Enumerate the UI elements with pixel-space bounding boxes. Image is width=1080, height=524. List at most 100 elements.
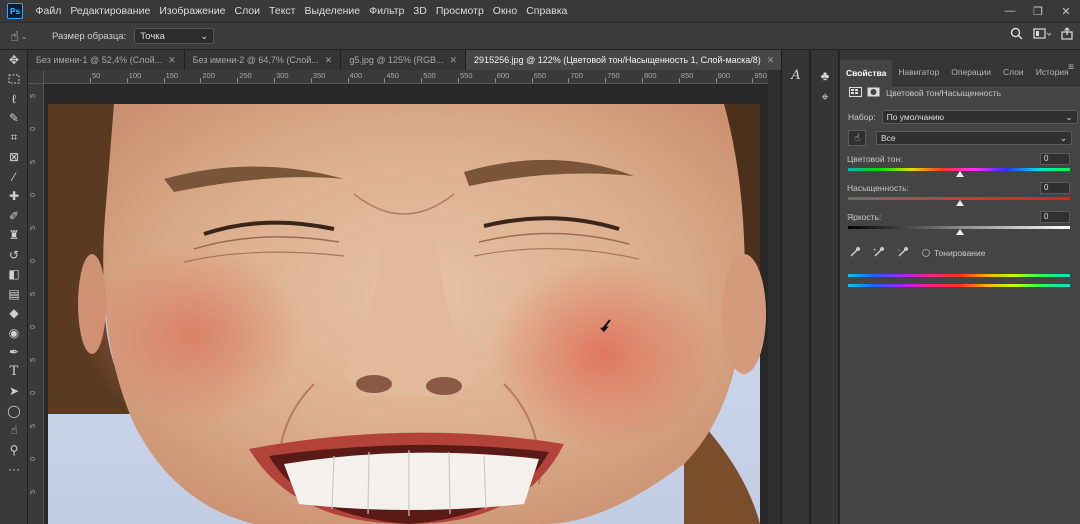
sample-size-label: Размер образца: <box>52 30 127 42</box>
restore-icon[interactable]: ❐ <box>1024 5 1052 18</box>
lasso-tool-icon[interactable]: ℓ <box>0 89 28 109</box>
tab-document-3[interactable]: g5.jpg @ 125% (RGB... ✕ <box>341 50 467 70</box>
dodge-tool-icon[interactable]: ◉ <box>0 323 28 343</box>
zoom-tool-icon[interactable]: ⚲ <box>0 440 28 460</box>
lightness-value-field[interactable]: 0 <box>1040 211 1070 223</box>
ellipse-tool-icon[interactable]: ◯ <box>0 401 28 421</box>
ruler-tick <box>163 78 165 83</box>
type-tool-icon[interactable]: T <box>0 362 28 382</box>
target-adjustment-tool-icon[interactable]: ☝ <box>848 130 866 146</box>
tab-document-active[interactable]: 2915256.jpg @ 122% (Цветовой тон/Насыщен… <box>466 50 784 70</box>
preset-row: Набор: По умолчанию ⌄ <box>840 110 1080 124</box>
sample-size-select[interactable]: Точка ⌄ <box>134 28 215 44</box>
ruler-horizontal[interactable]: 50 100 150 200 250 300 350 400 450 500 550 600 650 70… <box>44 70 768 84</box>
menu-window[interactable]: Окно <box>488 5 521 17</box>
character-panel-icon[interactable]: A <box>782 64 810 86</box>
colorize-checkbox[interactable] <box>922 249 930 257</box>
shapes-panel-icon[interactable]: ♣ <box>811 64 839 86</box>
ruler-tick-label: 950 <box>754 71 767 80</box>
tab-navigator[interactable]: Навигатор <box>892 67 945 85</box>
gradient-tool-icon[interactable]: ▤ <box>0 284 28 304</box>
document-tabs: Без имени-1 @ 52,4% (Слой... ✕ Без имени-… <box>28 50 784 70</box>
paths-panel-icon[interactable]: ⌖ <box>811 86 839 108</box>
saturation-value-field[interactable]: 0 <box>1040 182 1070 194</box>
crop-tool-icon[interactable]: ⌗ <box>0 128 28 148</box>
frame-tool-icon[interactable]: ⊠ <box>0 148 28 168</box>
move-tool-icon[interactable]: ✥ <box>0 50 28 70</box>
menu-filter[interactable]: Фильтр <box>365 5 409 17</box>
tab-document-1[interactable]: Без имени-1 @ 52,4% (Слой... ✕ <box>28 50 185 70</box>
channel-select[interactable]: Все ⌄ <box>876 131 1072 145</box>
lightness-slider-thumb[interactable] <box>956 229 964 235</box>
menu-type[interactable]: Текст <box>265 5 300 17</box>
photo-face-image <box>44 84 768 524</box>
eyedropper-subtract-icon[interactable]: − <box>897 246 909 261</box>
menu-3d[interactable]: 3D <box>409 5 431 17</box>
color-range-bar-top <box>848 274 1070 277</box>
mask-icon[interactable] <box>867 87 880 100</box>
more-tools-icon[interactable]: ··· <box>0 460 28 480</box>
ruler-tick-label: 300 <box>276 71 289 80</box>
clone-stamp-tool-icon[interactable]: ♜ <box>0 226 28 246</box>
tab-document-2[interactable]: Без имени-2 @ 64,7% (Слой... ✕ <box>184 50 342 70</box>
panel-menu-icon[interactable]: ≡ <box>1068 62 1074 73</box>
share-icon[interactable] <box>1061 27 1074 43</box>
eyedropper-add-icon[interactable]: + <box>873 246 885 261</box>
workspace-icon[interactable] <box>1033 27 1052 43</box>
saturation-label: Насыщенность: <box>847 183 909 193</box>
minimize-icon[interactable]: — <box>996 5 1024 17</box>
ruler-tick-label: 5 <box>30 424 37 428</box>
close-icon[interactable]: ✕ <box>450 55 458 66</box>
saturation-slider-thumb[interactable] <box>956 200 964 206</box>
document-canvas[interactable] <box>44 84 768 524</box>
menu-select[interactable]: Выделение <box>300 5 365 17</box>
ruler-tick-label: 650 <box>533 71 547 80</box>
hue-value-field[interactable]: 0 <box>1040 153 1070 165</box>
eraser-tool-icon[interactable]: ◧ <box>0 265 28 285</box>
hue-slider-thumb[interactable] <box>956 171 964 177</box>
ruler-tick <box>642 78 643 83</box>
ruler-tick <box>237 78 239 83</box>
ruler-vertical[interactable]: 5 0 5 0 5 0 5 0 5 0 5 0 5 <box>28 84 44 524</box>
close-icon[interactable]: ✕ <box>325 55 333 66</box>
preset-select[interactable]: По умолчанию ⌄ <box>881 110 1078 124</box>
chevron-down-icon: ⌄ <box>200 30 209 42</box>
tab-actions[interactable]: Операции <box>945 67 997 85</box>
tool-preset-picker[interactable]: ☝ ⌄ <box>0 28 38 45</box>
ruler-tick-label: 600 <box>496 71 510 80</box>
ruler-tick <box>458 78 459 83</box>
vertical-scrollbar[interactable] <box>768 70 780 524</box>
blur-tool-icon[interactable]: ◆ <box>0 304 28 324</box>
healing-brush-tool-icon[interactable]: ✚ <box>0 187 28 207</box>
quick-selection-tool-icon[interactable]: ✎ <box>0 109 28 129</box>
menu-view[interactable]: Просмотр <box>431 5 488 17</box>
close-icon[interactable]: ✕ <box>767 55 775 66</box>
ruler-corner[interactable] <box>28 70 44 84</box>
pen-tool-icon[interactable]: ✒ <box>0 343 28 363</box>
ruler-tick-label: 5 <box>30 226 37 230</box>
photoshop-logo-icon[interactable]: Ps <box>7 3 23 19</box>
menu-image[interactable]: Изображение <box>155 5 230 17</box>
path-selection-tool-icon[interactable]: ➤ <box>0 382 28 402</box>
tab-label: Без имени-2 @ 64,7% (Слой... <box>192 55 319 65</box>
ruler-tick-label: 0 <box>30 127 37 131</box>
tab-layers[interactable]: Слои <box>997 67 1030 85</box>
menu-edit[interactable]: Редактирование <box>66 5 155 17</box>
menu-help[interactable]: Справка <box>522 5 572 17</box>
search-icon[interactable] <box>1010 27 1023 43</box>
eyedropper-tool-icon[interactable]: ⁄ <box>0 167 28 187</box>
tab-properties[interactable]: Свойства <box>840 60 893 86</box>
close-icon[interactable]: ✕ <box>1052 5 1080 18</box>
hand-icon: ☝ <box>10 27 19 44</box>
sample-size-value: Точка <box>140 30 165 42</box>
marquee-tool-icon[interactable] <box>0 70 28 90</box>
tools-panel: ✥ ℓ ✎ ⌗ ⊠ ⁄ ✚ ✐ ♜ ↺ ◧ ▤ ◆ ◉ ✒ T ➤ ◯ ☝ ⚲ … <box>0 50 28 524</box>
menu-layers[interactable]: Слои <box>230 5 265 17</box>
brush-tool-icon[interactable]: ✐ <box>0 206 28 226</box>
eyedropper-icon[interactable] <box>849 246 861 261</box>
menu-file[interactable]: Файл <box>31 5 66 17</box>
window-controls: — ❐ ✕ <box>996 0 1080 22</box>
history-brush-tool-icon[interactable]: ↺ <box>0 245 28 265</box>
close-icon[interactable]: ✕ <box>168 55 176 66</box>
hand-tool-icon[interactable]: ☝ <box>0 421 28 441</box>
